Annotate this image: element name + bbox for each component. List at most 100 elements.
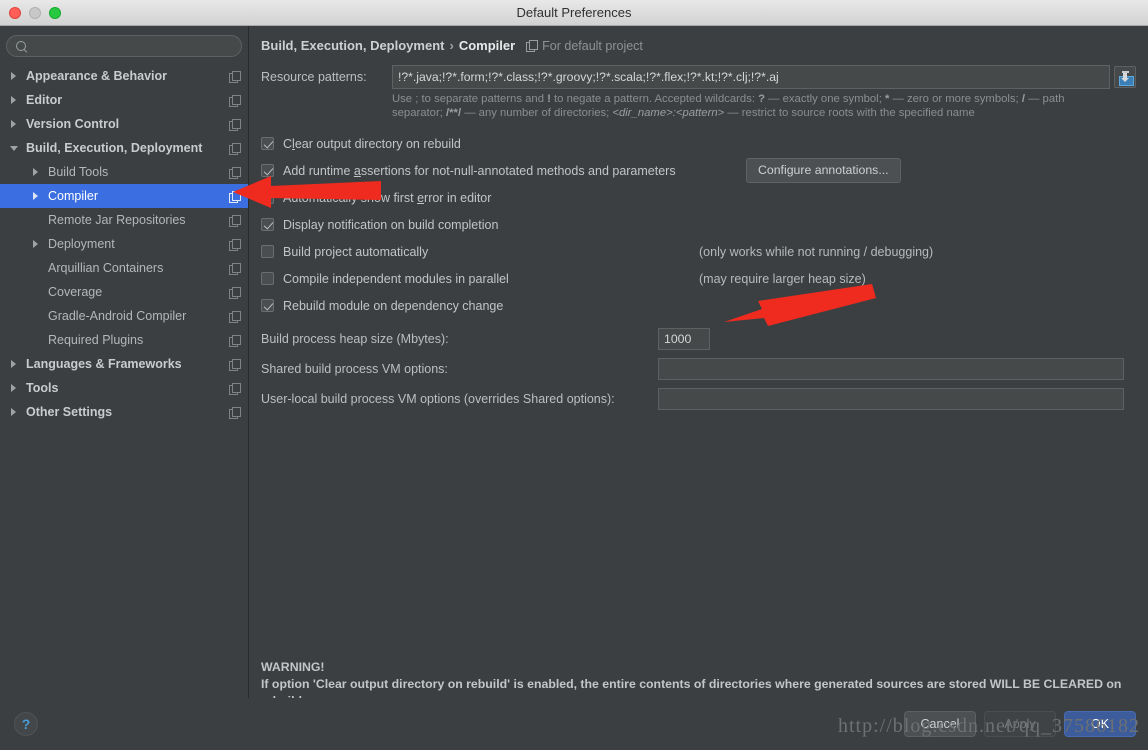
heap-size-row: Build process heap size (Mbytes): [261,326,1136,352]
label-part-pre: Rebuild module on dependency change [283,298,504,313]
shared-vm-options-label: Shared build process VM options: [261,362,448,376]
copy-settings-icon[interactable] [229,406,241,419]
chevron-right-icon[interactable] [8,118,21,131]
checkbox-label-compile-independent-modules-in-parallel[interactable]: Compile independent modules in parallel [283,272,509,286]
option-row-clear-output-directory-on-rebuild: Clear output directory on rebuild [261,131,1136,156]
chevron-right-icon[interactable] [8,358,21,371]
copy-settings-icon[interactable] [229,382,241,395]
sidebar-item-other-settings[interactable]: Other Settings [0,400,248,424]
option-note-build-project-automatically: (only works while not running / debuggin… [699,244,934,259]
copy-settings-icon[interactable] [229,358,241,371]
copy-settings-icon[interactable] [229,118,241,131]
shared-vm-options-input[interactable] [658,358,1124,380]
sidebar-item-label: Version Control [26,117,120,131]
sidebar-item-label: Build Tools [48,165,109,179]
copy-settings-icon[interactable] [229,238,241,251]
copy-settings-icon[interactable] [229,70,241,83]
breadcrumb-current: Compiler [458,38,516,53]
sidebar-item-required-plugins[interactable]: Required Plugins [0,328,248,352]
sidebar-item-label: Appearance & Behavior [26,69,168,83]
checkbox-automatically-show-first-error[interactable] [261,191,274,204]
heap-size-input[interactable] [658,328,710,350]
chevron-right-icon[interactable] [30,166,43,179]
chevron-down-icon[interactable] [8,142,21,155]
copy-settings-icon[interactable] [229,214,241,227]
resource-patterns-row: Resource patterns: [261,65,1136,89]
copy-settings-icon[interactable] [229,142,241,155]
configure-annotations-button[interactable]: Configure annotations... [746,158,901,183]
checkbox-build-project-automatically[interactable] [261,245,274,258]
option-row-add-runtime-assertions: Add runtime assertions for not-null-anno… [261,158,1136,183]
close-window-button[interactable] [9,7,21,19]
checkbox-display-notification-on-build-completion[interactable] [261,218,274,231]
expand-editor-button[interactable] [1114,66,1136,88]
hint-seg-10: /**/ [446,107,462,119]
checkbox-compile-independent-modules-in-parallel[interactable] [261,272,274,285]
sidebar-item-build-tools[interactable]: Build Tools [0,160,248,184]
copy-settings-icon[interactable] [229,190,241,203]
copy-settings-icon[interactable] [229,334,241,347]
apply-button[interactable]: Apply [984,711,1056,737]
userlocal-vm-options-input[interactable] [658,388,1124,410]
cancel-button[interactable]: Cancel [904,711,976,737]
checkbox-label-display-notification-on-build-completion[interactable]: Display notification on build completion [283,218,498,232]
maximize-window-button[interactable] [49,7,61,19]
sidebar-item-appearance-behavior[interactable]: Appearance & Behavior [0,64,248,88]
copy-settings-icon[interactable] [229,286,241,299]
chevron-right-icon[interactable] [8,70,21,83]
checkbox-clear-output-directory-on-rebuild[interactable] [261,137,274,150]
resource-patterns-input[interactable] [392,65,1110,89]
sidebar-item-compiler[interactable]: Compiler [0,184,248,208]
sidebar-item-remote-jar-repositories[interactable]: Remote Jar Repositories [0,208,248,232]
window-title: Default Preferences [516,5,632,20]
label-part-pre: Build project automatically [283,244,429,259]
heap-size-label: Build process heap size (Mbytes): [261,332,449,346]
search-box[interactable] [6,35,242,57]
breadcrumb: Build, Execution, Deployment › Compiler … [261,38,1136,53]
minimize-window-button[interactable] [29,7,41,19]
sidebar-item-label: Languages & Frameworks [26,357,182,371]
search-icon [15,40,28,53]
breadcrumb-parent[interactable]: Build, Execution, Deployment [261,38,444,53]
sidebar-item-label: Build, Execution, Deployment [26,141,203,155]
checkbox-add-runtime-assertions[interactable] [261,164,274,177]
checkbox-label-rebuild-module-on-dependency-change[interactable]: Rebuild module on dependency change [283,299,503,313]
window-controls[interactable] [9,7,61,19]
hint-seg-4: ? [758,93,766,105]
sidebar-item-label: Required Plugins [48,333,144,347]
chevron-right-icon[interactable] [8,94,21,107]
hint-seg-5: — exactly one symbol; [765,93,885,105]
copy-settings-icon[interactable] [229,310,241,323]
sidebar-item-gradle-android-compiler[interactable]: Gradle-Android Compiler [0,304,248,328]
search-input[interactable] [34,38,233,54]
label-part-pre: Add runtime [283,163,354,178]
hint-seg-13: — restrict to source roots with the spec… [724,107,975,119]
copy-settings-icon[interactable] [526,40,539,52]
copy-settings-icon[interactable] [229,262,241,275]
sidebar-item-coverage[interactable]: Coverage [0,280,248,304]
checkbox-label-add-runtime-assertions[interactable]: Add runtime assertions for not-null-anno… [283,164,676,178]
ok-button[interactable]: OK [1064,711,1136,737]
resource-patterns-label: Resource patterns: [261,70,367,84]
sidebar-item-arquillian-containers[interactable]: Arquillian Containers [0,256,248,280]
checkbox-label-clear-output-directory-on-rebuild[interactable]: Clear output directory on rebuild [283,137,461,151]
hint-seg-11: — any number of directories; [461,107,613,119]
sidebar-item-languages-frameworks[interactable]: Languages & Frameworks [0,352,248,376]
copy-settings-icon[interactable] [229,166,241,179]
sidebar-item-editor[interactable]: Editor [0,88,248,112]
copy-settings-icon[interactable] [229,94,241,107]
settings-sidebar: Appearance & Behavior Editor Version Contr… [0,26,249,724]
sidebar-item-tools[interactable]: Tools [0,376,248,400]
chevron-right-icon[interactable] [30,238,43,251]
sidebar-item-build-execution-deployment[interactable]: Build, Execution, Deployment [0,136,248,160]
checkbox-label-build-project-automatically[interactable]: Build project automatically [283,245,428,259]
sidebar-item-version-control[interactable]: Version Control [0,112,248,136]
chevron-right-icon[interactable] [8,406,21,419]
checkbox-rebuild-module-on-dependency-change[interactable] [261,299,274,312]
chevron-right-icon[interactable] [8,382,21,395]
chevron-right-icon[interactable] [30,190,43,203]
sidebar-item-deployment[interactable]: Deployment [0,232,248,256]
checkbox-label-automatically-show-first-error[interactable]: Automatically show first error in editor [283,191,491,205]
help-button[interactable]: ? [14,712,38,736]
